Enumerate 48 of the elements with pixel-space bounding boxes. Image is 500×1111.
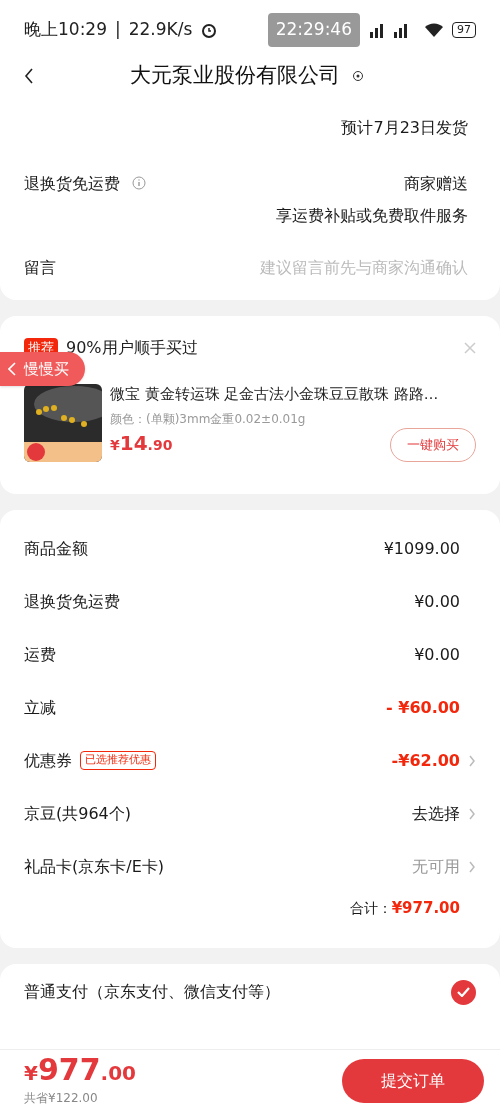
saved-amount: 共省¥122.00 <box>24 1089 99 1107</box>
payment-checkbox[interactable] <box>451 979 476 1005</box>
status-time: 晚上10:29 <box>24 18 107 42</box>
message-field[interactable]: 建议留言前先与商家沟通确认 <box>72 256 468 280</box>
price-row-label: 京豆(共964个) <box>24 802 132 825</box>
check-icon <box>457 987 470 997</box>
price-row-value: ¥1099.00 <box>383 537 460 560</box>
price-row-value: - ¥60.00 <box>386 696 460 719</box>
total-amount: ¥977.00 <box>24 1054 136 1085</box>
coupon-tag: 已选推荐优惠 <box>80 751 156 770</box>
clock-overlay: 22:29:46 <box>267 13 360 47</box>
slow-buy-label: 慢慢买 <box>24 358 69 380</box>
submit-order-button[interactable]: 提交订单 <box>342 1058 484 1103</box>
price-row-value: ¥0.00 <box>414 590 460 613</box>
price-row-label: 礼品卡(京东卡/E卡) <box>24 855 164 878</box>
price-row-label: 优惠券 <box>24 749 72 772</box>
price-row-value[interactable]: 去选择 <box>412 801 460 826</box>
alarm-clock-icon <box>200 21 219 39</box>
chevron-right-icon <box>468 807 476 820</box>
separator: | <box>115 18 121 42</box>
total-value: ¥977.00 <box>391 898 460 919</box>
product-spec: 颜色：(单颗)3mm金重0.02±0.01g <box>110 410 307 428</box>
price-row-value: ¥0.00 <box>414 643 460 666</box>
wifi-icon <box>424 22 444 38</box>
price-row-label: 立减 <box>24 696 56 719</box>
price-row-value[interactable]: -¥62.00 <box>391 748 460 773</box>
product-price: ¥14.90 <box>110 429 173 457</box>
chevron-right-icon <box>468 754 476 767</box>
total-label: 合计： <box>349 898 392 918</box>
battery-icon: 97 <box>452 22 476 38</box>
message-label: 留言 <box>24 257 56 279</box>
price-row-label: 退换货免运费 <box>24 590 120 613</box>
chevron-left-icon <box>8 362 16 376</box>
back-icon[interactable] <box>24 67 34 85</box>
price-row-label: 运费 <box>24 643 56 666</box>
return-shipping-note: 享运费补贴或免费取件服务 <box>276 205 468 227</box>
return-shipping-label: 退换货免运费 <box>24 173 120 195</box>
price-row-value[interactable]: 无可用 <box>412 854 460 879</box>
slow-buy-tab[interactable]: 慢慢买 <box>0 352 85 386</box>
info-icon[interactable] <box>132 176 146 190</box>
network-speed: 22.9K/s <box>128 18 193 42</box>
page-title: 大元泵业股份有限公司 <box>130 62 340 90</box>
price-row-label: 商品金额 <box>24 537 88 560</box>
payment-method-label: 普通支付（京东支付、微信支付等） <box>24 981 280 1003</box>
return-shipping-value: 商家赠送 <box>404 173 468 195</box>
chevron-right-icon <box>468 860 476 873</box>
delivery-date: 预计7月23日发货 <box>341 117 468 139</box>
product-name[interactable]: 微宝 黄金转运珠 足金古法小金珠豆豆散珠 路路… <box>110 384 484 406</box>
